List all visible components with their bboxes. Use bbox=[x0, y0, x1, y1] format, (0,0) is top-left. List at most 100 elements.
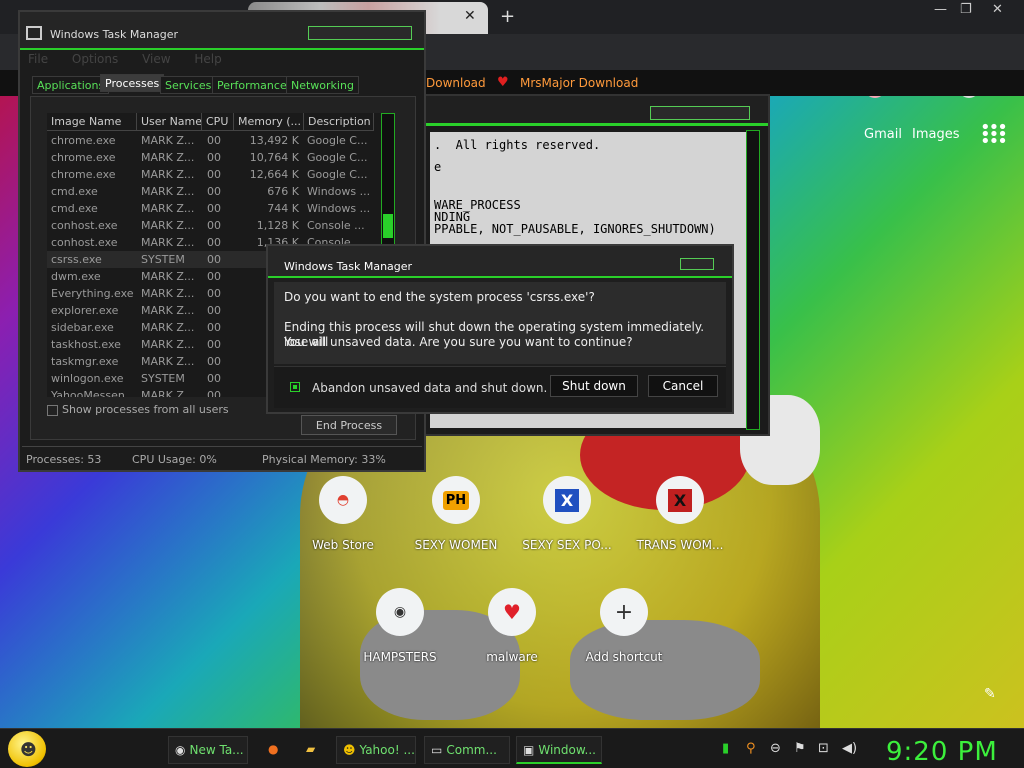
tab-applications[interactable]: Applications bbox=[32, 76, 110, 94]
shortcut-hampsters[interactable]: ◉ HAMPSTERS bbox=[344, 588, 456, 678]
close-icon[interactable]: ✕ bbox=[992, 2, 1003, 17]
hamster-icon: ◉ bbox=[376, 588, 424, 636]
tray-disc-icon[interactable]: ⊖ bbox=[770, 741, 781, 756]
start-button[interactable]: ☻ bbox=[8, 731, 46, 767]
yahoo-icon: ☻ bbox=[343, 743, 356, 757]
show-all-processes-checkbox[interactable]: Show processes from all users bbox=[47, 403, 229, 416]
table-cell: explorer.exe bbox=[51, 304, 119, 317]
shortcut-sexy-sex-po[interactable]: X SEXY SEX PO... bbox=[511, 476, 623, 566]
table-cell: 12,664 K bbox=[249, 168, 299, 181]
menu-bar: File Options View Help bbox=[28, 52, 242, 66]
shortcut-label: HAMPSTERS bbox=[363, 650, 437, 664]
table-cell: 00 bbox=[207, 236, 221, 249]
console-line: . All rights reserved. bbox=[434, 138, 601, 152]
checkbox-box[interactable] bbox=[47, 404, 58, 416]
tab-services[interactable]: Services bbox=[160, 76, 217, 94]
table-row[interactable]: cmd.exe MARK Z... 00 676 K Windows ... bbox=[47, 183, 387, 200]
table-cell: SYSTEM bbox=[141, 253, 185, 266]
table-cell: Everything.exe bbox=[51, 287, 134, 300]
status-processes: Processes: 53 bbox=[26, 453, 102, 466]
taskbar-item-firefox[interactable]: ● bbox=[262, 736, 290, 764]
console-scrollbar[interactable] bbox=[746, 130, 760, 430]
shortcut-trans-wom[interactable]: X TRANS WOM... bbox=[624, 476, 736, 566]
bookmark-mrsmajor-download[interactable]: MrsMajor Download bbox=[520, 76, 638, 90]
tab-close-icon[interactable]: ✕ bbox=[464, 8, 476, 24]
shortcut-malware[interactable]: ♥ malware bbox=[456, 588, 568, 678]
taskbar-clock[interactable]: 9:20 PM bbox=[886, 737, 998, 767]
abandon-data-checkbox[interactable] bbox=[290, 382, 300, 392]
bookmark-download[interactable]: Download bbox=[426, 76, 486, 90]
taskbar-item-yahoo[interactable]: ☻ Yahoo! ... bbox=[336, 736, 416, 764]
taskbar-item-folder[interactable]: ▰ bbox=[300, 736, 328, 764]
tab-networking[interactable]: Networking bbox=[286, 76, 359, 94]
tab-performance[interactable]: Performance bbox=[212, 76, 292, 94]
shortcut-web-store[interactable]: ◓ Web Store bbox=[287, 476, 399, 566]
images-link[interactable]: Images bbox=[912, 127, 960, 142]
column-cpu[interactable]: CPU bbox=[202, 113, 234, 131]
column-memory[interactable]: Memory (... bbox=[234, 113, 304, 131]
table-cell: 00 bbox=[207, 134, 221, 147]
shortcut-sexy-women[interactable]: PH SEXY WOMEN bbox=[400, 476, 512, 566]
apps-grid-icon[interactable]: ••• ••• ••• bbox=[980, 119, 1008, 151]
table-cell: Windows ... bbox=[307, 185, 371, 198]
table-row[interactable]: chrome.exe MARK Z... 00 10,764 K Google C... bbox=[47, 149, 387, 166]
menu-view[interactable]: View bbox=[142, 52, 170, 66]
table-row[interactable]: chrome.exe MARK Z... 00 13,492 K Google C... bbox=[47, 132, 387, 149]
end-process-button[interactable]: End Process bbox=[301, 415, 397, 435]
chrome-icon: ◉ bbox=[175, 743, 186, 757]
scrollbar-thumb[interactable] bbox=[383, 214, 393, 238]
menu-options[interactable]: Options bbox=[72, 52, 118, 66]
window-controls[interactable] bbox=[308, 26, 412, 40]
table-cell: 00 bbox=[207, 185, 221, 198]
table-cell: conhost.exe bbox=[51, 219, 118, 232]
table-cell: sidebar.exe bbox=[51, 321, 114, 334]
table-cell: 10,764 K bbox=[249, 151, 299, 164]
tray-flag-icon[interactable]: ⚑ bbox=[794, 741, 806, 756]
shortcut-label: SEXY WOMEN bbox=[414, 538, 498, 552]
shortcut-label: Add shortcut bbox=[585, 650, 663, 664]
tray-search-icon[interactable]: ⚲ bbox=[746, 741, 756, 756]
taskbar-item-chrome[interactable]: ◉ New Ta... bbox=[168, 736, 248, 764]
taskbar-item-cmd[interactable]: ▭ Comm... bbox=[424, 736, 510, 764]
shortcut-label: Web Store bbox=[312, 538, 374, 552]
tray-network-icon[interactable]: ⊡ bbox=[818, 741, 829, 756]
gmail-link[interactable]: Gmail bbox=[864, 127, 902, 142]
table-cell: 1,128 K bbox=[256, 219, 299, 232]
folder-icon: ▰ bbox=[306, 742, 316, 756]
table-cell: cmd.exe bbox=[51, 202, 98, 215]
console-line: PPABLE, NOT_PAUSABLE, IGNORES_SHUTDOWN) bbox=[434, 222, 716, 236]
tab-processes[interactable]: Processes bbox=[100, 74, 165, 92]
add-shortcut-button[interactable]: + Add shortcut bbox=[568, 588, 680, 678]
taskmanager-icon: ▣ bbox=[523, 743, 535, 757]
customize-pencil-icon[interactable]: ✎ bbox=[984, 686, 996, 702]
x-blue-icon: X bbox=[543, 476, 591, 524]
column-image-name[interactable]: Image Name bbox=[47, 113, 137, 131]
maximize-icon[interactable]: ❐ bbox=[960, 2, 972, 17]
dialog-close-icon[interactable] bbox=[680, 258, 714, 270]
taskbar: ☻ ◉ New Ta... ● ▰ ☻ Yahoo! ... ▭ Comm... ▣ W… bbox=[0, 728, 1024, 768]
table-cell: MARK Z... bbox=[141, 236, 195, 249]
table-row[interactable]: chrome.exe MARK Z... 00 12,664 K Google C... bbox=[47, 166, 387, 183]
table-cell: 00 bbox=[207, 151, 221, 164]
new-tab-button[interactable]: + bbox=[500, 6, 515, 27]
task-manager-titlebar[interactable]: Windows Task Manager bbox=[20, 12, 424, 50]
dialog-titlebar[interactable]: Windows Task Manager bbox=[268, 246, 732, 278]
column-user-name[interactable]: User Name bbox=[137, 113, 202, 131]
dialog-footer: Abandon unsaved data and shut down. Shut… bbox=[274, 366, 726, 408]
x-red-icon: X bbox=[656, 476, 704, 524]
menu-file[interactable]: File bbox=[28, 52, 48, 66]
shutdown-button[interactable]: Shut down bbox=[550, 375, 638, 397]
taskbar-item-taskmanager[interactable]: ▣ Window... bbox=[516, 736, 602, 764]
column-description[interactable]: Description bbox=[304, 113, 374, 131]
table-row[interactable]: conhost.exe MARK Z... 00 1,128 K Console ... bbox=[47, 217, 387, 234]
table-cell: conhost.exe bbox=[51, 236, 118, 249]
tray-green-icon[interactable]: ▮ bbox=[722, 741, 729, 756]
menu-help[interactable]: Help bbox=[194, 52, 221, 66]
tray-volume-icon[interactable]: ◀) bbox=[842, 741, 857, 756]
table-cell: taskmgr.exe bbox=[51, 355, 119, 368]
status-memory: Physical Memory: 33% bbox=[262, 453, 386, 466]
console-window-controls[interactable] bbox=[650, 106, 750, 120]
table-row[interactable]: cmd.exe MARK Z... 00 744 K Windows ... bbox=[47, 200, 387, 217]
minimize-icon[interactable]: — bbox=[934, 2, 947, 17]
cancel-button[interactable]: Cancel bbox=[648, 375, 718, 397]
